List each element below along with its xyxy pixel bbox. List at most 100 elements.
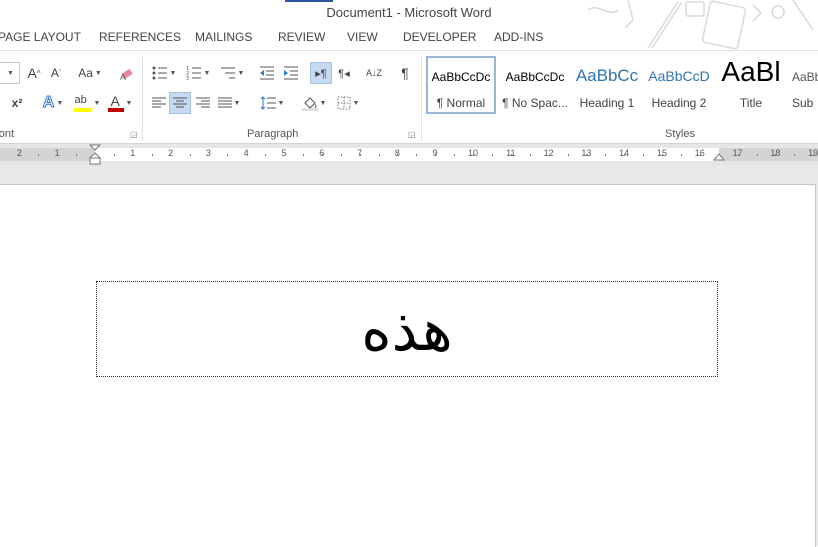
ruler-tick [662, 154, 663, 156]
ruler-tick [227, 154, 229, 156]
style-heading-1[interactable]: AaBbCc Heading 1 [572, 56, 642, 114]
numbering-button[interactable]: 1 2 3 ▼ [182, 62, 214, 84]
text-box[interactable]: هذه [96, 281, 718, 377]
align-center-button[interactable] [169, 92, 191, 114]
font-dialog-launcher-icon[interactable]: ◲ [130, 130, 138, 139]
style-sample: AaBb [792, 70, 818, 84]
document-canvas: هذه [0, 166, 818, 547]
ruler-number: 6 [319, 148, 325, 158]
tab-references[interactable]: REFERENCES [99, 30, 181, 44]
sort-button[interactable]: A↓Z [362, 62, 386, 84]
show-formatting-button[interactable]: ¶ [394, 62, 416, 84]
group-separator [142, 57, 143, 141]
justify-icon [217, 97, 232, 108]
ruler-tick [340, 154, 342, 156]
ruler-tick [605, 154, 607, 156]
borders-button[interactable]: ▼ [332, 92, 364, 114]
align-right-icon [196, 97, 210, 108]
bullets-button[interactable]: ▼ [148, 62, 180, 84]
paragraph-dialog-launcher-icon[interactable]: ◲ [408, 130, 416, 139]
text-effects-icon: A [42, 94, 55, 112]
svg-text:3: 3 [186, 76, 189, 80]
style-name: Title [739, 96, 763, 110]
ruler-tick [76, 154, 78, 156]
right-indent-marker-icon[interactable] [713, 150, 725, 162]
shading-button[interactable]: ▼ [298, 92, 330, 114]
text-effects-button[interactable]: A ▼ [38, 92, 68, 114]
font-group-label: Font [0, 128, 15, 140]
tab-page-layout[interactable]: PAGE LAYOUT [0, 30, 81, 44]
right-to-left-button[interactable]: ¶◂ [333, 62, 355, 84]
ruler-tick [359, 154, 361, 156]
ruler-number: 17 [732, 148, 743, 158]
ruler-tick [586, 154, 588, 156]
font-size-dropdown[interactable]: ▼ [0, 62, 20, 84]
ruler-number: 18 [770, 148, 781, 158]
tab-review[interactable]: REVIEW [278, 30, 325, 44]
ruler-tick [567, 154, 569, 156]
ruler-number: 2 [168, 148, 174, 158]
ruler-number: 19 [808, 148, 818, 158]
style-sample: AaBbCc [575, 66, 639, 85]
ruler-tick [510, 154, 512, 156]
ruler-number: 15 [656, 148, 668, 158]
clear-formatting-button[interactable]: A [116, 62, 138, 84]
ruler-number: 8 [394, 148, 400, 158]
tab-mailings[interactable]: MAILINGS [195, 30, 252, 44]
superscript-button[interactable]: x² [4, 92, 30, 114]
tab-view[interactable]: VIEW [347, 30, 378, 44]
ruler-tick [151, 154, 153, 156]
ruler-number: 1 [130, 148, 136, 158]
style-heading-2[interactable]: AaBbCcD Heading 2 [644, 56, 714, 114]
change-case-button[interactable]: Aa ▼ [74, 62, 106, 84]
shrink-font-button[interactable]: Aˇ [46, 62, 66, 84]
ruler-tick [265, 154, 267, 156]
style-normal[interactable]: AaBbCcDc ¶ Normal [426, 56, 496, 114]
decrease-indent-button[interactable] [256, 62, 278, 84]
style-sample: AaBbCcDc [505, 70, 565, 84]
style-no-spacing[interactable]: AaBbCcDc ¶ No Spac... [500, 56, 570, 114]
ruler-tick [529, 154, 531, 156]
ruler-tick [378, 154, 380, 156]
group-separator [421, 57, 422, 141]
style-name: ¶ No Spac... [502, 96, 568, 110]
ruler-tick [473, 154, 474, 156]
horizontal-ruler[interactable]: 2 1 1 2 3 4 5 6 7 8 9 10 11 12 13 14 15 16 17 18 19 [0, 144, 818, 166]
ruler-tick [189, 154, 191, 156]
ruler-tick [302, 154, 304, 156]
tab-developer[interactable]: DEVELOPER [403, 30, 476, 44]
ribbon: ▼ A^ Aˇ Aa▼ A x² A▼ ab ▼ A ▼ Font ◲ ▼ 12… [0, 50, 818, 144]
indent-marker-icon[interactable] [89, 144, 101, 166]
increase-indent-button[interactable] [280, 62, 302, 84]
font-color-button[interactable]: A ▼ [104, 92, 136, 114]
style-subtitle[interactable]: AaBb Sub [788, 56, 818, 114]
highlight-color-button[interactable]: ab ▼ [70, 92, 104, 114]
left-to-right-button[interactable]: ▸¶ [310, 62, 332, 84]
align-left-icon [152, 97, 166, 108]
tab-add-ins[interactable]: ADD-INS [494, 30, 543, 44]
document-page[interactable]: هذه [0, 184, 816, 547]
ruler-number: 9 [432, 148, 438, 158]
ruler-number: 16 [694, 148, 705, 158]
justify-button[interactable]: ▼ [214, 92, 244, 114]
style-title[interactable]: AaBl Title [716, 56, 786, 114]
ruler-number: 11 [506, 148, 516, 158]
ruler-tick [775, 154, 777, 156]
multilevel-list-button[interactable]: ▼ [216, 62, 248, 84]
document-text[interactable]: هذه [97, 282, 717, 378]
svg-text:A: A [120, 72, 126, 81]
grow-font-button[interactable]: A ^ [24, 62, 44, 84]
multilevel-list-icon [220, 67, 235, 79]
paragraph-group-label: Paragraph [247, 128, 299, 140]
align-left-button[interactable] [148, 92, 170, 114]
line-spacing-button[interactable]: ▼ [256, 92, 288, 114]
style-name: Heading 2 [651, 96, 707, 110]
ruler-tick [38, 154, 40, 156]
align-right-button[interactable] [192, 92, 214, 114]
ribbon-tabs: PAGE LAYOUT REFERENCES MAILINGS REVIEW V… [0, 28, 818, 48]
highlighter-icon: ab [73, 94, 92, 112]
ruler-tick [416, 154, 418, 156]
ruler-number: 7 [357, 148, 363, 158]
ruler-number: 1 [54, 148, 60, 158]
ruler-tick [699, 154, 701, 156]
